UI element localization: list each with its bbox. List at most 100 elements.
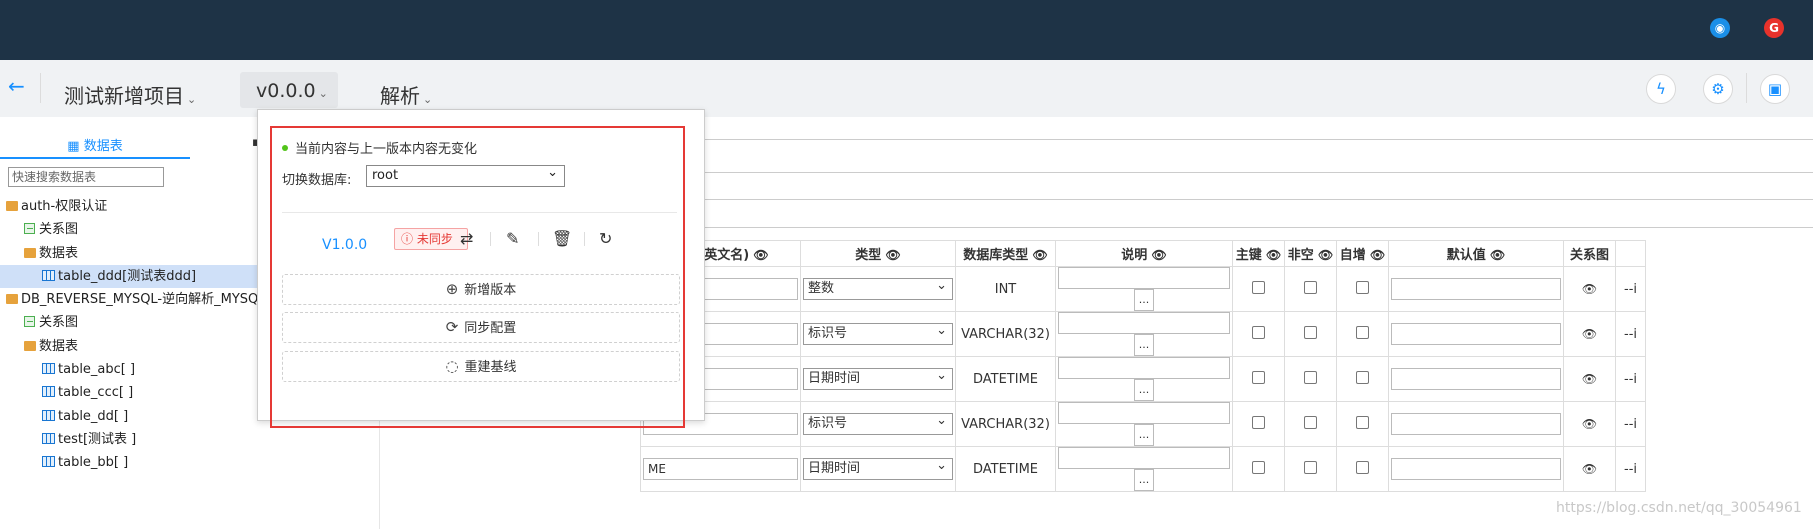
not-null-checkbox[interactable] — [1304, 460, 1317, 474]
shuffle-icon[interactable]: ⇄ — [460, 229, 473, 248]
rebuild-baseline-button[interactable]: ◌ 重建基线 — [282, 351, 680, 382]
field-type-select[interactable]: 标识号 — [803, 321, 953, 345]
top-header-bar: ◉ G — [0, 0, 1813, 60]
eye-icon[interactable]: 👁 — [1486, 248, 1505, 262]
primary-key-checkbox[interactable] — [1252, 460, 1265, 474]
table-cell: --i — [1615, 446, 1646, 492]
eye-icon[interactable]: 👁 — [1262, 248, 1281, 262]
eye-icon[interactable]: 👁 — [1582, 282, 1597, 296]
column-header[interactable]: 数据库类型 👁 — [955, 240, 1056, 267]
table-search-input[interactable]: 快速搜索数据表 — [8, 167, 164, 187]
add-version-button[interactable]: ⊕ 新增版本 — [282, 274, 680, 305]
tree-item[interactable]: test[测试表 ] — [0, 428, 380, 451]
eye-icon[interactable]: 👁 — [1582, 327, 1597, 341]
extra-select[interactable]: --i — [1624, 462, 1637, 477]
column-header[interactable]: 类型 👁 — [800, 240, 956, 267]
default-value-input[interactable] — [1391, 458, 1561, 480]
arrow-left-icon[interactable]: ← — [8, 74, 25, 98]
save-icon[interactable]: ▣ — [1760, 74, 1790, 104]
field-name-input[interactable]: ME — [643, 458, 798, 480]
unsync-label: 未同步 — [416, 232, 453, 246]
primary-key-checkbox[interactable] — [1252, 325, 1265, 339]
field-type-select[interactable]: 日期时间 — [803, 366, 953, 390]
eye-icon[interactable]: 👁 — [1028, 248, 1047, 262]
field-type-select[interactable]: 日期时间 — [803, 456, 953, 480]
watermark: https://blog.csdn.net/qq_30054961 — [1556, 500, 1802, 516]
column-header[interactable]: 自增 👁 — [1336, 240, 1389, 267]
extra-select[interactable]: --i — [1624, 327, 1637, 342]
eye-icon[interactable]: 👁 — [1147, 248, 1166, 262]
edit-icon[interactable]: ✎ — [506, 229, 519, 248]
version-dropdown[interactable]: v0.0.0 ⌄ — [240, 72, 338, 108]
extra-select[interactable]: --i — [1624, 282, 1637, 297]
column-header[interactable]: 默认值 👁 — [1388, 240, 1564, 267]
more-button[interactable]: ... — [1134, 334, 1154, 356]
description-input[interactable] — [1058, 267, 1230, 289]
tree-item[interactable]: table_bb[ ] — [0, 451, 380, 474]
db-switch-select[interactable]: root — [366, 163, 565, 187]
tab-tables[interactable]: ▦ 数据表 — [0, 135, 190, 159]
extra-select[interactable]: --i — [1624, 417, 1637, 432]
project-name-dropdown[interactable]: 测试新增项目 ⌄ — [64, 80, 196, 109]
column-header[interactable]: 主键 👁 — [1232, 240, 1285, 267]
refresh-icon[interactable]: ↻ — [599, 229, 612, 248]
status-text: 当前内容与上一版本内容无变化 — [295, 142, 478, 157]
column-header-label: 数据库类型 — [963, 248, 1029, 263]
default-value-input[interactable] — [1391, 413, 1561, 435]
extra-select[interactable]: --i — [1624, 372, 1637, 387]
description-input[interactable] — [1058, 312, 1230, 334]
column-header[interactable]: 非空 👁 — [1284, 240, 1337, 267]
not-null-checkbox[interactable] — [1304, 325, 1317, 339]
field-type-select[interactable]: 标识号 — [803, 411, 953, 435]
auto-increment-checkbox[interactable] — [1356, 280, 1369, 294]
github-icon[interactable]: ◉ — [1710, 18, 1730, 38]
table-cell: --i — [1615, 266, 1646, 312]
eye-icon[interactable]: 👁 — [1366, 248, 1385, 262]
default-value-input[interactable] — [1391, 368, 1561, 390]
rebuild-baseline-label: 重建基线 — [464, 360, 517, 375]
column-header[interactable]: 关系图 — [1563, 240, 1616, 267]
auto-increment-checkbox[interactable] — [1356, 325, 1369, 339]
version-label: v0.0.0 — [256, 80, 316, 102]
tree-item-label: test[测试表 ] — [58, 431, 137, 447]
gitee-icon[interactable]: G — [1764, 18, 1784, 38]
version-name[interactable]: V1.0.0 — [322, 237, 367, 253]
column-header[interactable] — [1615, 240, 1646, 267]
default-value-input[interactable] — [1391, 323, 1561, 345]
description-input[interactable] — [1058, 402, 1230, 424]
table-cell: VARCHAR(32) — [955, 401, 1056, 447]
eye-icon[interactable]: 👁 — [749, 248, 768, 262]
more-button[interactable]: ... — [1134, 424, 1154, 446]
table-cell — [1232, 401, 1285, 447]
sync-config-button[interactable]: ⟳ 同步配置 — [282, 312, 680, 343]
more-button[interactable]: ... — [1134, 289, 1154, 311]
primary-key-checkbox[interactable] — [1252, 415, 1265, 429]
not-null-checkbox[interactable] — [1304, 415, 1317, 429]
delete-icon[interactable]: 🗑 — [552, 229, 572, 248]
eye-icon[interactable]: 👁 — [1582, 372, 1597, 386]
primary-key-checkbox[interactable] — [1252, 280, 1265, 294]
auto-increment-checkbox[interactable] — [1356, 415, 1369, 429]
more-button[interactable]: ... — [1134, 379, 1154, 401]
description-input[interactable] — [1058, 447, 1230, 469]
auto-increment-checkbox[interactable] — [1356, 370, 1369, 384]
eye-icon[interactable]: 👁 — [1582, 462, 1597, 476]
eye-icon[interactable]: 👁 — [1314, 248, 1333, 262]
not-null-checkbox[interactable] — [1304, 280, 1317, 294]
eye-icon[interactable]: 👁 — [1582, 417, 1597, 431]
sync-icon: ⟳ — [445, 318, 459, 336]
lightning-icon[interactable]: ϟ — [1646, 74, 1676, 104]
table-cell — [1284, 311, 1337, 357]
more-button[interactable]: ... — [1134, 469, 1154, 491]
description-input[interactable] — [1058, 357, 1230, 379]
eye-icon[interactable]: 👁 — [881, 248, 900, 262]
not-null-checkbox[interactable] — [1304, 370, 1317, 384]
field-type-select[interactable]: 整数 — [803, 276, 953, 300]
column-header[interactable]: 说明 👁 — [1055, 240, 1233, 267]
auto-increment-checkbox[interactable] — [1356, 460, 1369, 474]
table-cell: ... — [1055, 266, 1233, 312]
parse-dropdown[interactable]: 解析 ⌄ — [380, 80, 432, 109]
primary-key-checkbox[interactable] — [1252, 370, 1265, 384]
default-value-input[interactable] — [1391, 278, 1561, 300]
gear-icon[interactable]: ⚙ — [1703, 74, 1733, 104]
